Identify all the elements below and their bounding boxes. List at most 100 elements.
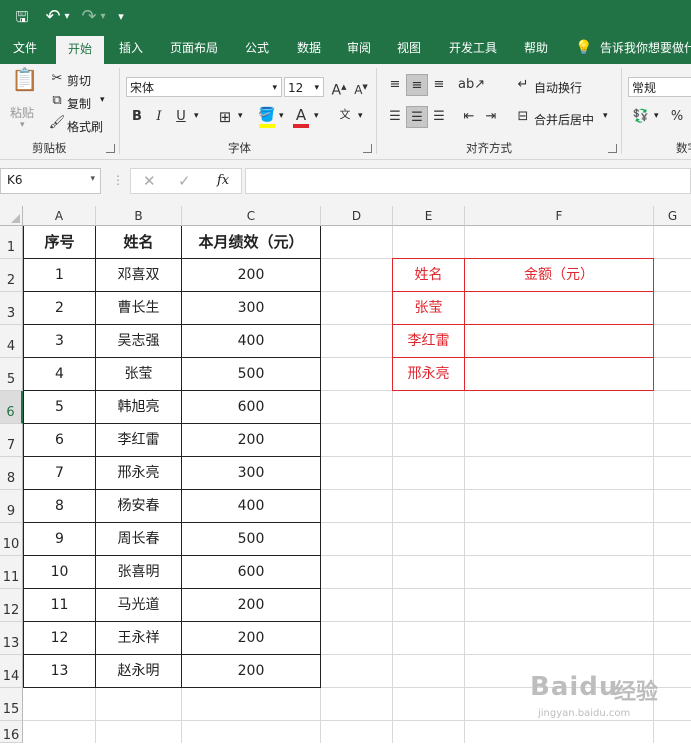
table-cell[interactable]: 周长春 <box>96 523 181 555</box>
row-header[interactable]: 2 <box>0 259 23 292</box>
align-middle-icon[interactable]: ≡ <box>406 74 428 96</box>
lightbulb-icon[interactable]: 💡 <box>574 34 594 64</box>
row-header[interactable]: 11 <box>0 556 23 589</box>
column-header-A[interactable]: A <box>23 206 96 226</box>
spreadsheet-grid[interactable]: A B C D E F G 1 2 3 4 5 6 7 8 9 10 11 12… <box>0 206 691 743</box>
row-header[interactable]: 14 <box>0 655 23 688</box>
column-header-E[interactable]: E <box>393 206 465 226</box>
row-header[interactable]: 8 <box>0 457 23 490</box>
table-cell[interactable]: 200 <box>182 655 320 687</box>
table-cell[interactable]: 200 <box>182 424 320 456</box>
table-cell[interactable]: 200 <box>182 259 320 291</box>
table-cell[interactable]: 400 <box>182 490 320 522</box>
row-header[interactable]: 10 <box>0 523 23 556</box>
increase-indent-icon[interactable]: ⇥ <box>480 106 502 128</box>
border-icon[interactable]: ⊞ <box>214 106 236 128</box>
font-color-icon[interactable]: A <box>290 104 312 126</box>
chevron-down-icon[interactable]: ▾ <box>90 174 95 184</box>
align-right-icon[interactable]: ☰ <box>428 106 450 128</box>
italic-button[interactable]: I <box>148 106 170 128</box>
increase-font-icon[interactable]: A▲ <box>328 76 350 99</box>
row-header[interactable]: 1 <box>0 226 23 259</box>
tab-review[interactable]: 审阅 <box>338 34 380 64</box>
cancel-icon[interactable]: ✕ <box>143 172 156 190</box>
font-color-dropdown-icon[interactable]: ▾ <box>314 111 319 121</box>
table-cell[interactable]: 张莹 <box>96 358 181 390</box>
table-cell[interactable]: 邓喜双 <box>96 259 181 291</box>
paste-dropdown-icon[interactable]: ▾ <box>20 120 25 130</box>
column-header-D[interactable]: D <box>321 206 393 226</box>
paste-button[interactable]: 粘贴 <box>10 104 34 121</box>
alignment-launcher-icon[interactable] <box>608 144 617 153</box>
lookup-amount-cell[interactable] <box>465 325 653 357</box>
table-header-cell[interactable]: 序号 <box>24 226 95 258</box>
border-dropdown-icon[interactable]: ▾ <box>238 111 243 121</box>
table-cell[interactable]: 李红雷 <box>96 424 181 456</box>
table-cell[interactable]: 吴志强 <box>96 325 181 357</box>
table-cell[interactable]: 200 <box>182 622 320 654</box>
table-cell[interactable]: 7 <box>24 457 95 489</box>
row-header[interactable]: 7 <box>0 424 23 457</box>
undo-dropdown-icon[interactable]: ▾ <box>62 6 72 28</box>
table-cell[interactable]: 2 <box>24 292 95 324</box>
percent-icon[interactable]: % <box>666 106 688 128</box>
table-cell[interactable]: 曹长生 <box>96 292 181 324</box>
customize-toolbar-icon[interactable]: ▾ <box>114 6 128 28</box>
font-launcher-icon[interactable] <box>363 144 372 153</box>
table-cell[interactable]: 3 <box>24 325 95 357</box>
table-cell[interactable]: 张喜明 <box>96 556 181 588</box>
underline-button[interactable]: U <box>170 106 192 128</box>
table-cell[interactable]: 9 <box>24 523 95 555</box>
table-cell[interactable]: 1 <box>24 259 95 291</box>
table-cell[interactable]: 11 <box>24 589 95 621</box>
phonetic-icon[interactable]: 文 <box>334 104 356 126</box>
lookup-amount-cell[interactable] <box>465 358 653 390</box>
font-name-select[interactable]: 宋体 ▾ <box>126 77 282 97</box>
merge-dropdown-icon[interactable]: ▾ <box>603 111 608 121</box>
column-header-B[interactable]: B <box>96 206 182 226</box>
scissors-icon[interactable]: ✂ <box>46 68 68 90</box>
merge-center-button[interactable]: 合并后居中 <box>534 111 594 128</box>
row-header-selected[interactable]: 6 <box>0 391 23 424</box>
underline-dropdown-icon[interactable]: ▾ <box>194 111 199 121</box>
name-box[interactable]: K6 ▾ <box>0 168 101 194</box>
merge-center-icon[interactable]: ⊟ <box>512 106 534 128</box>
tab-view[interactable]: 视图 <box>388 34 430 64</box>
column-header-G[interactable]: G <box>654 206 691 226</box>
fill-color-dropdown-icon[interactable]: ▾ <box>279 111 284 121</box>
format-painter-icon[interactable]: 🖌 <box>46 112 68 134</box>
table-cell[interactable]: 600 <box>182 556 320 588</box>
row-header[interactable]: 13 <box>0 622 23 655</box>
decrease-indent-icon[interactable]: ⇤ <box>458 106 480 128</box>
cut-button[interactable]: 剪切 <box>67 72 91 89</box>
table-cell[interactable]: 赵永明 <box>96 655 181 687</box>
table-cell[interactable]: 邢永亮 <box>96 457 181 489</box>
orientation-icon[interactable]: ab↗ <box>458 74 485 96</box>
number-format-select[interactable]: 常规 <box>628 77 691 97</box>
row-header[interactable]: 3 <box>0 292 23 325</box>
copy-icon[interactable]: ⧉ <box>46 90 68 112</box>
row-header[interactable]: 9 <box>0 490 23 523</box>
select-all-corner[interactable] <box>0 206 23 226</box>
table-header-cell[interactable]: 本月绩效（元） <box>182 226 320 258</box>
table-cell[interactable]: 200 <box>182 589 320 621</box>
clipboard-launcher-icon[interactable] <box>106 144 115 153</box>
redo-icon[interactable]: ↷ <box>78 6 100 28</box>
table-cell[interactable]: 杨安春 <box>96 490 181 522</box>
tell-me-box[interactable]: 告诉我你想要做什么 <box>600 34 691 64</box>
paste-icon[interactable]: 📋 <box>11 70 38 98</box>
column-header-C[interactable]: C <box>182 206 321 226</box>
table-cell[interactable]: 6 <box>24 424 95 456</box>
table-cell[interactable]: 5 <box>24 391 95 423</box>
enter-check-icon[interactable]: ✓ <box>178 172 191 190</box>
align-top-icon[interactable]: ≡ <box>384 74 406 96</box>
row-header[interactable]: 15 <box>0 688 23 721</box>
table-cell[interactable]: 8 <box>24 490 95 522</box>
lookup-name-cell[interactable]: 邢永亮 <box>393 358 464 390</box>
tab-formulas[interactable]: 公式 <box>236 34 278 64</box>
format-painter-button[interactable]: 格式刷 <box>67 118 103 135</box>
table-cell[interactable]: 王永祥 <box>96 622 181 654</box>
table-cell[interactable]: 13 <box>24 655 95 687</box>
row-header[interactable]: 4 <box>0 325 23 358</box>
tab-insert[interactable]: 插入 <box>110 34 152 64</box>
